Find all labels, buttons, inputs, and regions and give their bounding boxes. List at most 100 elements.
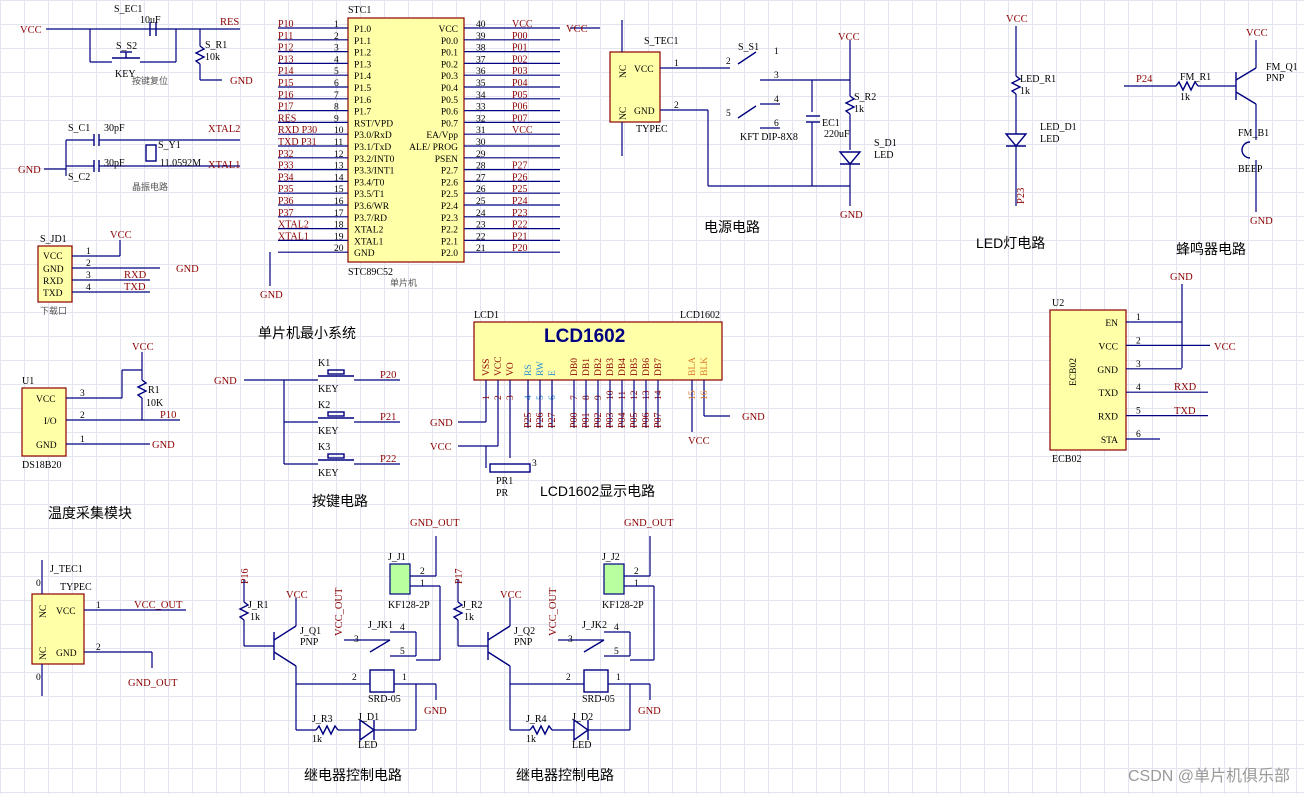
relay1-j-val: KF128-2P — [388, 600, 430, 611]
power-led-val: LED — [874, 150, 893, 161]
mcu-left-pin-6: P1.5 — [354, 84, 371, 94]
power-conn-nc2: NC — [619, 107, 629, 120]
mcu-left-net-4: P13 — [278, 54, 294, 65]
lcd-num-9: 9 — [594, 395, 604, 400]
relay1-k-3: 3 — [354, 635, 359, 645]
lcd-pin-13: DB6 — [642, 358, 652, 376]
power-pin-1: 1 — [674, 59, 679, 69]
relay2-r1-ref: J_R2 — [462, 600, 483, 611]
ecb02-pin-sta: STA — [1101, 436, 1118, 446]
download-pin-txd: TXD — [43, 289, 63, 299]
keys-circuit: GND K1 KEY P20 K2 KEY P21 K3 KEY P22 — [214, 358, 400, 479]
mcu-left-num-8: 8 — [334, 103, 339, 113]
mcu-right-pin-20: P2.0 — [441, 249, 458, 259]
mcu-right-num-6: 35 — [476, 79, 486, 89]
usb-out-val: TYPEC — [60, 582, 92, 593]
usb-out-num-1: 1 — [96, 601, 101, 611]
lcd-net-6: P27 — [547, 412, 558, 428]
crystal-net-xtal2: XTAL2 — [208, 124, 240, 135]
mcu-left-net-8: P17 — [278, 102, 294, 113]
ecb02-pin-en: EN — [1105, 319, 1118, 329]
key2-ref: K2 — [318, 400, 330, 411]
mcu-right-net-4: P02 — [512, 54, 528, 65]
mcu-right-num-15: 26 — [476, 185, 486, 195]
power-conn-vcc: VCC — [634, 65, 654, 75]
relay2-r3-ref: J_R4 — [526, 714, 547, 725]
mcu-left-num-13: 13 — [334, 162, 344, 172]
lcd-pin-12: DB5 — [630, 358, 640, 376]
mcu-right-num-17: 24 — [476, 209, 486, 219]
power-res-val: 1k — [854, 104, 864, 115]
key3-val: KEY — [318, 468, 339, 479]
mcu-right-num-4: 37 — [476, 55, 486, 65]
lcd-title: LCD1602 — [544, 326, 625, 347]
crystal-c1-ref: S_C1 — [68, 123, 90, 134]
lcd-pin-5: RW — [536, 361, 546, 376]
lcd-pin-9: DB2 — [594, 358, 604, 376]
relay1-k-5: 5 — [400, 647, 405, 657]
power-conn-gnd: GND — [634, 107, 655, 117]
ecb02-num-5: 5 — [1136, 407, 1141, 417]
mcu-right-pin-6: P0.4 — [441, 84, 458, 94]
lcd-net-4: P25 — [523, 412, 534, 428]
lcd-num-3: 3 — [506, 395, 516, 400]
reset-gnd-label: GND — [230, 76, 253, 87]
relay1-circuit: P16J_R11kJ_Q1PNPVCC VCC_OUT345J_JK1SRD-05… — [238, 518, 460, 751]
mcu-right-net-1: VCC — [512, 19, 533, 30]
mcu-right-pin-2: P0.0 — [441, 37, 458, 47]
download-gnd-label: GND — [176, 264, 199, 275]
relay2-k-val: SRD-05 — [582, 694, 615, 705]
ds18b20-pin-vcc: VCC — [36, 395, 56, 405]
lcd1602-module: LCD1 LCD1602 LCD1602 GND VCC PR1 PR 3 VC… — [430, 310, 765, 499]
mcu-right-pin-5: P0.3 — [441, 72, 458, 82]
mcu-right-pin-4: P0.2 — [441, 60, 458, 70]
relay2-k-3: 3 — [568, 635, 573, 645]
relay1-d-ref: J_D1 — [358, 712, 379, 723]
reset-circuit: VCC S_EC1 10uF S_S2 KEY 按键复位 S_R1 10k GN… — [20, 4, 253, 87]
schematic-canvas[interactable]: VCC S_EC1 10uF S_S2 KEY 按键复位 S_R1 10k GN… — [0, 0, 1304, 794]
lcd-gnd-label: GND — [430, 418, 453, 429]
ecb02-num-1: 1 — [1136, 313, 1141, 323]
mcu-left-pin-7: P1.6 — [354, 96, 371, 106]
mcu-left-num-9: 9 — [334, 114, 339, 124]
usb-out-nc1: NC — [39, 605, 49, 618]
mcu-right-num-9: 32 — [476, 114, 486, 124]
ds18b20-num-2: 2 — [80, 411, 85, 421]
ds18b20-part: DS18B20 — [22, 460, 61, 471]
buzzer-q-val: PNP — [1266, 73, 1285, 84]
mcu-left-pin-15: P3.5/T1 — [354, 190, 385, 200]
relay2-j-ref: J_J2 — [602, 552, 620, 563]
lcd-num-10: 10 — [606, 390, 616, 400]
mcu-left-num-12: 12 — [334, 150, 344, 160]
mcu-part: STC89C52 — [348, 267, 393, 278]
mcu-left-num-11: 11 — [334, 138, 343, 148]
relay2-gnd: GND — [638, 706, 661, 717]
lcd-net-8: P01 — [581, 412, 592, 428]
lcd-net-9: P02 — [593, 412, 604, 428]
mcu-left-pin-10: P3.0/RxD — [354, 131, 392, 141]
relay2-q-val: PNP — [514, 637, 533, 648]
mcu-right-num-12: 29 — [476, 150, 486, 160]
mcu-left-pin-1: P1.0 — [354, 25, 371, 35]
relay2-vcc-out: VCC_OUT — [548, 587, 559, 636]
mcu-left-num-15: 15 — [334, 185, 344, 195]
usb-out-nc2: NC — [39, 647, 49, 660]
power-sw-1: 1 — [774, 47, 779, 57]
usb-out-vcc-label: VCC_OUT — [134, 600, 183, 611]
ecb02-label: ECB02 — [1069, 358, 1079, 386]
reset-switch-note: 按键复位 — [132, 75, 168, 86]
mcu-right-pin-12: PSEN — [435, 155, 458, 165]
ecb02-body — [1049, 309, 1127, 451]
mcu-left-num-18: 18 — [334, 221, 344, 231]
crystal-note: 晶振电路 — [132, 181, 168, 192]
ecb02-num-3: 3 — [1136, 360, 1141, 370]
mcu-left-net-1: P10 — [278, 19, 294, 30]
mcu-left-net-9: RES — [278, 113, 296, 124]
relay2-j-1: 1 — [634, 579, 639, 589]
relay2-d-val: LED — [572, 740, 591, 751]
mcu-right-pin-14: P2.6 — [441, 178, 458, 188]
mcu-left-pin-4: P1.3 — [354, 60, 371, 70]
lcd-pin-6: E — [548, 370, 558, 376]
buzzer-beep-val: BEEP — [1238, 164, 1263, 175]
schematic-diagram: VCC S_EC1 10uF S_S2 KEY 按键复位 S_R1 10k GN… — [18, 4, 1298, 783]
